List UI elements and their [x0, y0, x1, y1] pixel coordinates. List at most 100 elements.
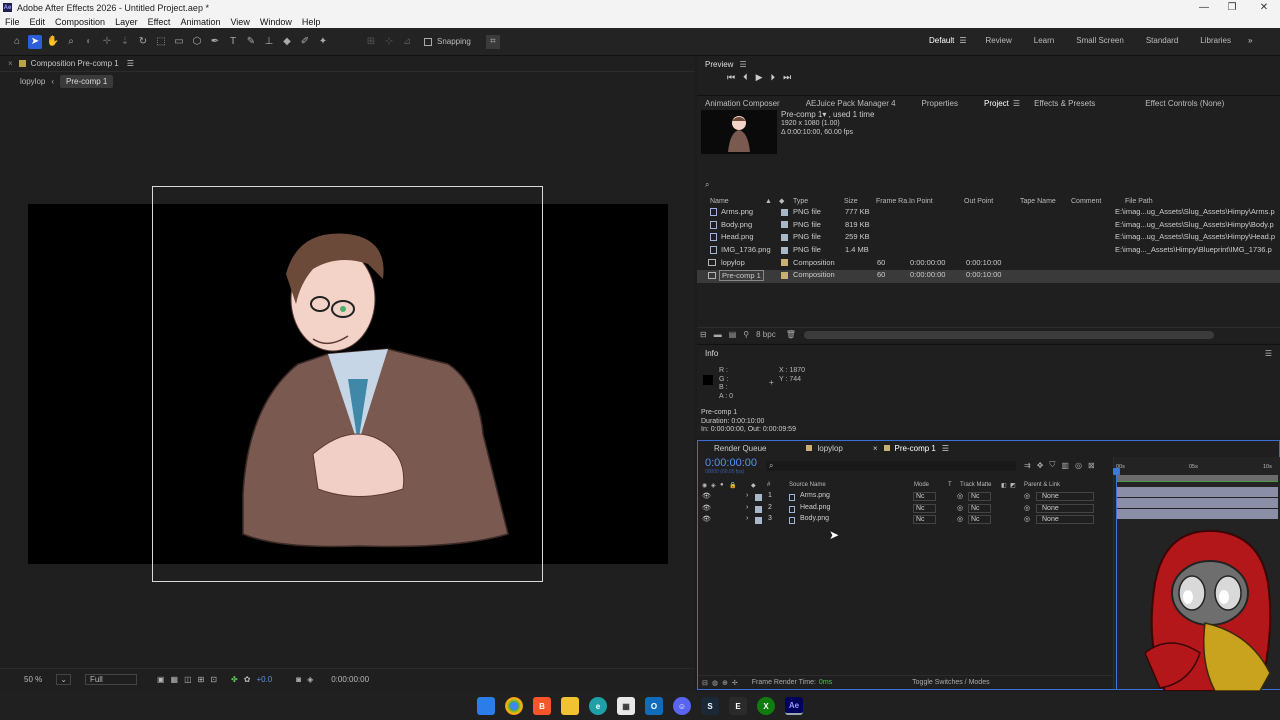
- label-swatch[interactable]: [755, 517, 762, 524]
- steam-icon[interactable]: S: [701, 697, 719, 715]
- type-tool-icon[interactable]: T: [226, 35, 240, 49]
- audio-toggle-icon[interactable]: ◈: [711, 482, 716, 489]
- menu-help[interactable]: Help: [302, 17, 321, 27]
- zoom-chevron-icon[interactable]: ⌄: [56, 674, 71, 685]
- col-out-point[interactable]: Out Point: [964, 198, 993, 205]
- eye-icon[interactable]: 👁: [702, 504, 711, 512]
- project-search-input[interactable]: [713, 179, 1280, 191]
- new-folder-icon[interactable]: ▬: [714, 330, 722, 339]
- col-tape-name[interactable]: Tape Name: [1020, 198, 1056, 205]
- tab-precomp[interactable]: Pre-comp 1: [895, 444, 936, 453]
- windows-start-icon[interactable]: [477, 697, 495, 715]
- zoom-dropdown[interactable]: 50 %: [24, 675, 42, 684]
- motion-blur-icon[interactable]: ◎: [1075, 461, 1082, 470]
- zoom-tool-icon[interactable]: ⌕: [64, 35, 78, 49]
- mode-dropdown[interactable]: Nc: [913, 492, 936, 501]
- matte-toggle-icon[interactable]: ◧: [1001, 482, 1007, 489]
- label-swatch[interactable]: [781, 207, 793, 216]
- list-item[interactable]: Arms.png PNG file 777 KB E:\imag...ug_As…: [697, 207, 1280, 220]
- resolution-dropdown[interactable]: Full: [84, 674, 137, 685]
- prev-frame-icon[interactable]: ⏴: [743, 72, 748, 83]
- layer-switches-icon[interactable]: ◍: [712, 679, 718, 687]
- list-item[interactable]: Body.png PNG file 819 KB E:\imag...ug_As…: [697, 220, 1280, 233]
- restore-icon[interactable]: ❐: [1216, 0, 1248, 15]
- roto-brush-icon[interactable]: ✐: [298, 35, 312, 49]
- distribute-icon[interactable]: ⊹: [382, 35, 396, 49]
- list-item[interactable]: IMG_1736.png PNG file 1.4 MB E:\imag..._…: [697, 245, 1280, 258]
- transparency-grid-icon[interactable]: ▦: [171, 675, 179, 684]
- col-name[interactable]: Name: [710, 198, 729, 205]
- menu-composition[interactable]: Composition: [55, 17, 105, 27]
- label-swatch[interactable]: [781, 232, 793, 241]
- show-snapshot-icon[interactable]: ◈: [307, 675, 313, 684]
- menu-edit[interactable]: Edit: [30, 17, 46, 27]
- col-file-path[interactable]: File Path: [1125, 198, 1153, 205]
- workspace-small-screen[interactable]: Small Screen: [1076, 36, 1124, 45]
- label-swatch[interactable]: [781, 270, 793, 279]
- matte-invert-icon[interactable]: ◩: [1010, 482, 1016, 489]
- list-item[interactable]: Head.png PNG file 259 KB E:\imag...ug_As…: [697, 232, 1280, 245]
- label-col-icon[interactable]: ◆: [779, 197, 784, 205]
- timeline-search[interactable]: ⌕: [766, 461, 1016, 471]
- menu-view[interactable]: View: [230, 17, 249, 27]
- label-swatch[interactable]: [781, 245, 793, 254]
- panel-menu-icon[interactable]: ☰: [127, 59, 134, 68]
- work-area-bar[interactable]: [1116, 475, 1278, 482]
- tab-aejuice[interactable]: AEJuice Pack Manager 4: [806, 99, 896, 108]
- new-comp-icon[interactable]: ▤: [729, 330, 737, 339]
- grid-guides-icon[interactable]: ⊞: [198, 675, 205, 684]
- rotate-tool-icon[interactable]: ↻: [136, 35, 150, 49]
- layer-row[interactable]: 👁 › 2 Head.png Nc ◎ Nc ◎ None: [698, 503, 1113, 516]
- video-toggle-icon[interactable]: ◉: [702, 482, 707, 489]
- color-channels-icon[interactable]: ✤: [231, 675, 238, 684]
- label-icon[interactable]: ◆: [751, 482, 756, 489]
- lock-icon[interactable]: 🔒: [729, 482, 736, 489]
- track-matte-dropdown[interactable]: Nc: [968, 515, 991, 524]
- brush-tool-icon[interactable]: ✎: [244, 35, 258, 49]
- workspace-review[interactable]: Review: [986, 36, 1012, 45]
- tab-render-queue[interactable]: Render Queue: [714, 444, 766, 453]
- discord-icon[interactable]: ☺: [673, 697, 691, 715]
- cube-tool-icon[interactable]: ⬡: [190, 35, 204, 49]
- matte-pickwhip-icon[interactable]: ◎: [957, 504, 963, 512]
- expand-arrow-icon[interactable]: ›: [746, 504, 748, 511]
- sort-arrow-icon[interactable]: ▲: [765, 198, 772, 205]
- menu-file[interactable]: File: [5, 17, 20, 27]
- label-swatch[interactable]: [781, 220, 793, 229]
- toggle-switches-modes[interactable]: Toggle Switches / Modes: [912, 679, 989, 686]
- mode-dropdown[interactable]: Nc: [913, 515, 936, 524]
- puppet-pin-icon[interactable]: ✦: [316, 35, 330, 49]
- matte-pickwhip-icon[interactable]: ◎: [957, 492, 963, 500]
- dolly-tool-icon[interactable]: ⇣: [118, 35, 132, 49]
- layer-row[interactable]: 👁 › 1 Arms.png Nc ◎ Nc ◎ None: [698, 492, 1113, 504]
- brave-icon[interactable]: B: [533, 697, 551, 715]
- axis-icon[interactable]: ⊿: [400, 35, 414, 49]
- time-ruler[interactable]: 00s 05s 10s: [1114, 457, 1280, 475]
- matte-pickwhip-icon[interactable]: ◎: [957, 515, 963, 523]
- eye-icon[interactable]: 👁: [702, 492, 711, 500]
- viewer-timecode[interactable]: 0:00:00:00: [331, 675, 369, 684]
- graph-editor-icon[interactable]: ⊠: [1088, 461, 1095, 470]
- panel-menu-icon[interactable]: ☰: [1265, 349, 1272, 358]
- solo-icon[interactable]: ●: [720, 482, 724, 488]
- xbox-icon[interactable]: X: [757, 697, 775, 715]
- workspace-default[interactable]: Default: [929, 36, 954, 45]
- epic-games-icon[interactable]: E: [729, 697, 747, 715]
- transfer-controls-icon[interactable]: ⊕: [722, 679, 728, 687]
- source-name-col[interactable]: Source Name: [789, 482, 826, 488]
- tab-effects-presets[interactable]: Effects & Presets: [1034, 99, 1095, 108]
- clone-stamp-icon[interactable]: ⊥: [262, 35, 276, 49]
- anchor-tool-icon[interactable]: ⬚: [154, 35, 168, 49]
- workspace-standard[interactable]: Standard: [1146, 36, 1178, 45]
- col-frame-rate[interactable]: Frame Ra...: [876, 198, 913, 205]
- parent-pickwhip-icon[interactable]: ◎: [1024, 492, 1030, 500]
- breadcrumb-lopylop[interactable]: lopylop: [20, 77, 45, 86]
- parent-dropdown[interactable]: None: [1036, 503, 1094, 513]
- orbit-tool-icon[interactable]: ◐: [82, 35, 96, 49]
- mode-dropdown[interactable]: Nc: [913, 503, 936, 513]
- interpret-footage-icon[interactable]: ⊟: [700, 330, 707, 339]
- tab-effect-controls[interactable]: Effect Controls (None): [1145, 99, 1224, 108]
- col-size[interactable]: Size: [844, 198, 858, 205]
- current-timecode[interactable]: 0:00:00:00: [705, 457, 757, 469]
- hand-tool-icon[interactable]: ✋: [46, 35, 60, 49]
